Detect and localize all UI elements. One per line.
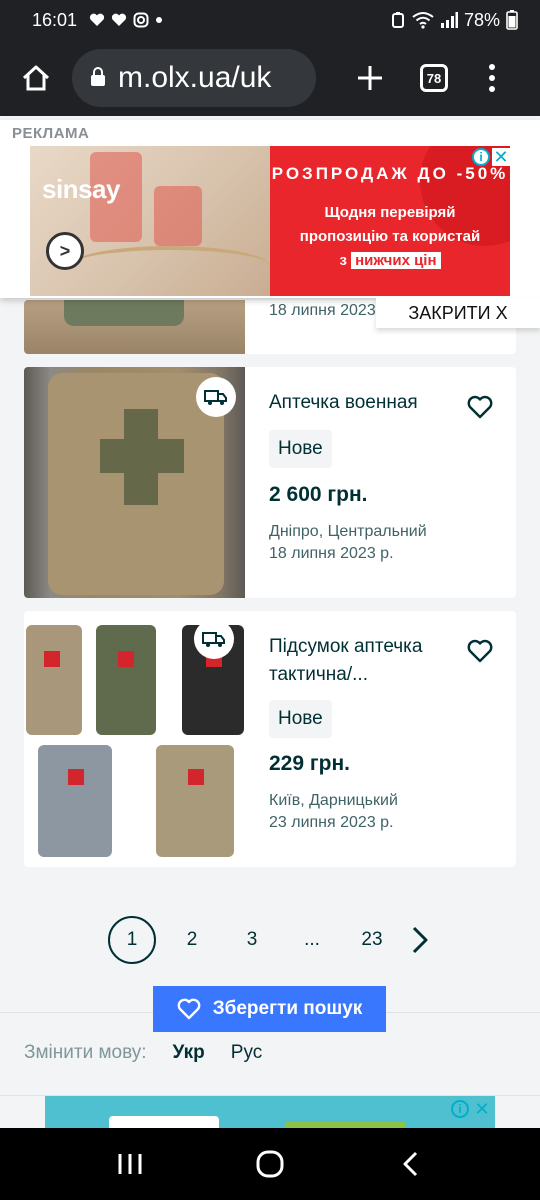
- listing-title[interactable]: Аптечка военная: [269, 389, 449, 417]
- delivery-badge: [194, 619, 234, 659]
- tab-switcher-button[interactable]: 78: [420, 64, 448, 92]
- heart-outline-icon: [467, 395, 493, 419]
- ad-sale-text: РОЗПРОДАЖ ДО -50%: [271, 164, 509, 183]
- listing-price: 2 600 грн.: [269, 483, 368, 506]
- alarm-icon: [390, 11, 406, 29]
- ad-overlay: РЕКЛАМА sinsay > РОЗПРОДАЖ ДО -50% Щодня…: [0, 120, 540, 298]
- listing-image[interactable]: [24, 611, 245, 867]
- ad-banner[interactable]: sinsay > РОЗПРОДАЖ ДО -50% Щодня перевір…: [30, 146, 510, 296]
- save-search-label: Зберегти пошук: [212, 998, 363, 1019]
- url-text: m.olx.ua/uk: [118, 61, 272, 94]
- ad-line-3: з нижчих цін: [270, 252, 510, 269]
- language-label: Змінити мову:: [24, 1042, 147, 1063]
- condition-badge: Нове: [269, 430, 332, 468]
- page-link[interactable]: 2: [168, 916, 216, 964]
- page-link[interactable]: 23: [348, 916, 396, 964]
- ad-text-panel[interactable]: РОЗПРОДАЖ ДО -50% Щодня перевіряй пропоз…: [270, 146, 510, 296]
- listing-date: 18 липня 2023 р.: [269, 302, 394, 319]
- bottom-ad-banner[interactable]: i ✕: [45, 1096, 495, 1130]
- condition-badge: Нове: [269, 700, 332, 738]
- language-ukr[interactable]: Укр: [173, 1042, 205, 1064]
- dot-notification-icon: [155, 16, 163, 24]
- lock-icon: [90, 61, 106, 95]
- recents-button[interactable]: [110, 1144, 150, 1184]
- heart-outline-icon: [177, 998, 201, 1020]
- chevron-right-icon: [412, 926, 428, 954]
- back-button[interactable]: [390, 1144, 430, 1184]
- ad-close-icon[interactable]: ✕: [473, 1099, 491, 1119]
- plus-icon: [358, 66, 382, 90]
- status-bar: 16:01 78%: [0, 0, 540, 40]
- status-time: 16:01: [32, 9, 78, 30]
- truck-icon: [202, 632, 225, 647]
- listing-location: Київ, Дарницький: [269, 792, 398, 809]
- delivery-badge: [196, 377, 236, 417]
- listing-image[interactable]: [24, 367, 245, 598]
- instagram-icon: [133, 12, 149, 28]
- signal-icon: [440, 12, 458, 28]
- next-page-button[interactable]: [408, 916, 432, 964]
- ad-label: РЕКЛАМА: [12, 125, 90, 142]
- language-rus[interactable]: Рус: [231, 1042, 262, 1064]
- heart-notification-icon: [111, 13, 127, 27]
- home-button[interactable]: [14, 56, 58, 100]
- wifi-icon: [412, 11, 434, 29]
- new-tab-button[interactable]: [350, 58, 390, 98]
- listing-location: Дніпро, Центральний: [269, 523, 427, 540]
- home-nav-button[interactable]: [250, 1144, 290, 1184]
- ad-line-prefix: з: [339, 252, 347, 269]
- ad-image[interactable]: sinsay >: [30, 146, 270, 296]
- listing-title[interactable]: Підсумок аптечка тактична/...: [269, 633, 449, 689]
- battery-icon: [506, 10, 518, 30]
- favorite-button[interactable]: [466, 393, 494, 421]
- more-dots-icon: [489, 64, 495, 70]
- listing-date: 18 липня 2023 р.: [269, 545, 394, 562]
- ad-line: Щодня перевіряй: [324, 204, 456, 221]
- page-ellipsis: ...: [304, 929, 320, 950]
- listing-card[interactable]: Підсумок аптечка тактична/... Нове 229 г…: [24, 611, 516, 867]
- play-icon[interactable]: >: [46, 232, 84, 270]
- listing-card[interactable]: Аптечка военная Нове 2 600 грн. Дніпро, …: [24, 367, 516, 598]
- browser-toolbar: m.olx.ua/uk 78: [0, 40, 540, 116]
- system-nav-bar: [0, 1128, 540, 1200]
- language-switcher: Змінити мову: Укр Рус: [24, 1042, 262, 1064]
- heart-outline-icon: [467, 639, 493, 663]
- listing-image[interactable]: [24, 300, 245, 354]
- address-bar[interactable]: m.olx.ua/uk: [72, 49, 316, 107]
- browser-menu-button[interactable]: [482, 58, 502, 98]
- ad-info-icon[interactable]: i: [472, 148, 490, 166]
- battery-percent: 78%: [463, 9, 500, 30]
- save-search-button[interactable]: Зберегти пошук: [153, 986, 386, 1032]
- home-circle-icon: [256, 1150, 284, 1178]
- listing-price: 229 грн.: [269, 752, 350, 775]
- listing-date: 23 липня 2023 р.: [269, 814, 394, 831]
- page-link-current[interactable]: 1: [108, 916, 156, 964]
- home-icon: [22, 65, 50, 91]
- ad-highlight: нижчих цін: [351, 252, 441, 269]
- recents-icon: [118, 1154, 142, 1174]
- pagination: 1 2 3 ... 23: [108, 916, 432, 964]
- ad-info-icon[interactable]: i: [451, 1100, 469, 1118]
- ad-close-icon[interactable]: ✕: [492, 147, 510, 167]
- heart-notification-icon: [89, 13, 105, 27]
- ad-brand-logo: sinsay: [42, 174, 120, 204]
- favorite-button[interactable]: [466, 637, 494, 665]
- ad-line: пропозицію та користай: [299, 228, 481, 245]
- close-ad-button[interactable]: ЗАКРИТИ X: [376, 298, 540, 328]
- truck-icon: [204, 390, 227, 405]
- back-icon: [403, 1151, 418, 1177]
- page-link[interactable]: 3: [228, 916, 276, 964]
